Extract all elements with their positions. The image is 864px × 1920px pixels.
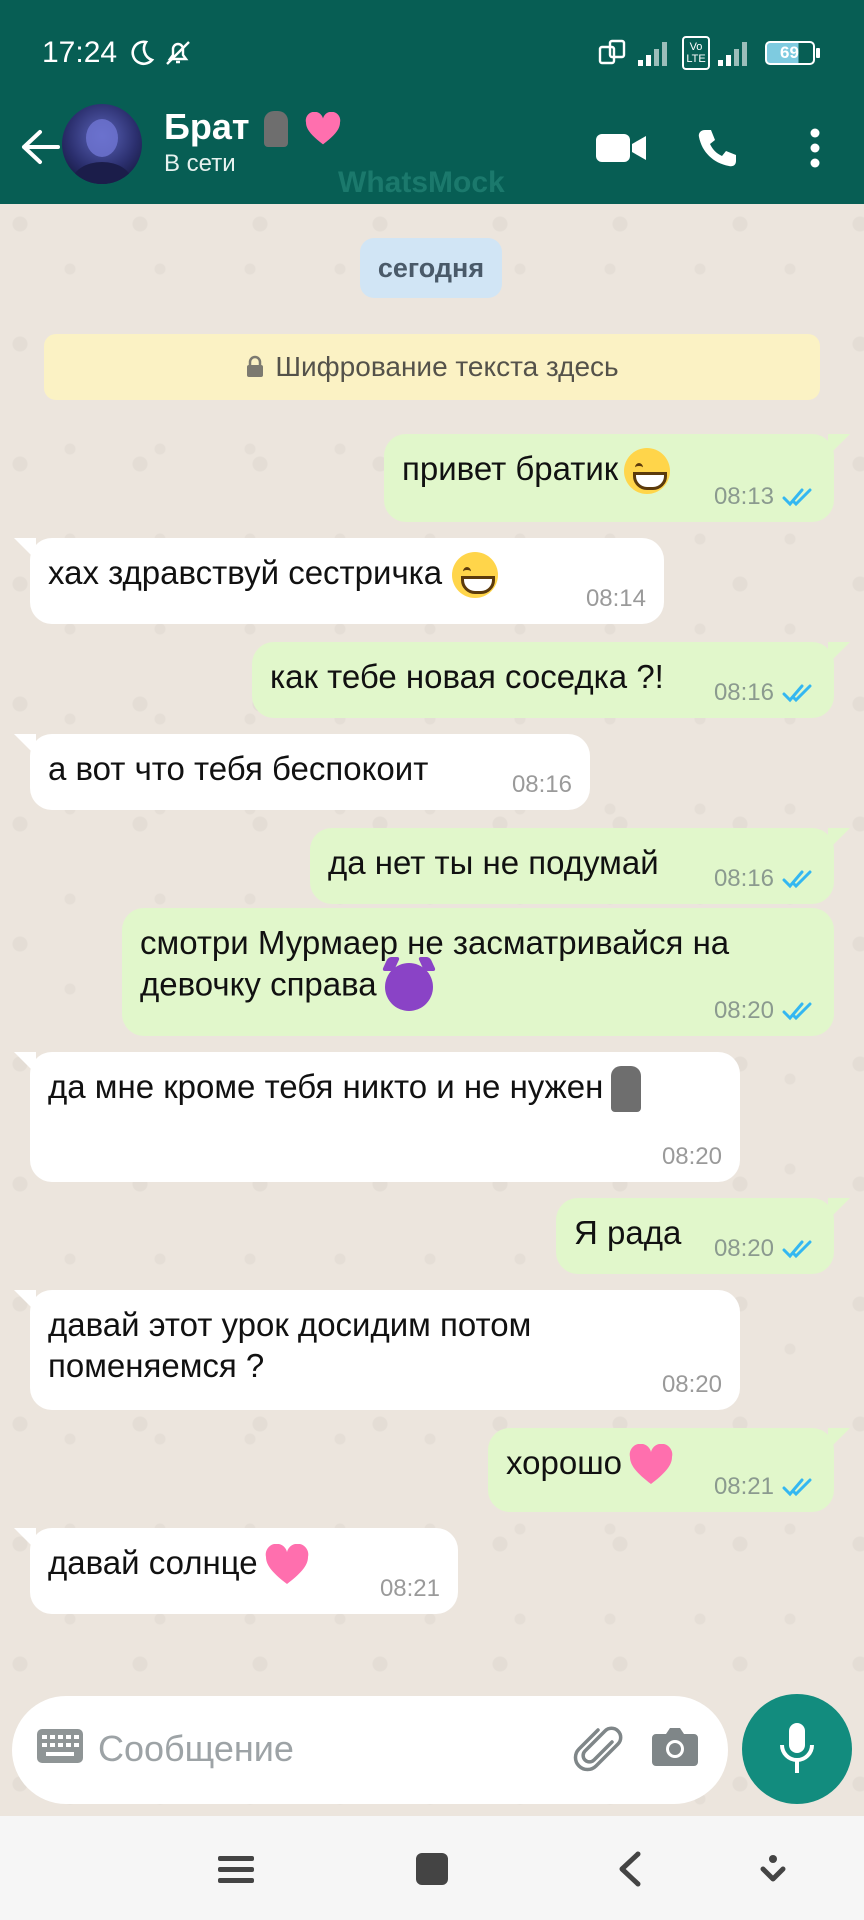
message-meta: 08:14 [586,584,646,614]
message-time: 08:21 [713,1473,774,1500]
message-text-line: поменяемся ? [48,1347,265,1385]
message-meta: 08:20 [662,1142,722,1172]
message-time: 08:20 [661,1371,722,1398]
app-bar: Брат В сети WhatsMock [0,104,864,204]
message-meta: 08:16 [512,770,572,800]
message-time: 08:16 [511,771,572,798]
volte-label: Vo LTE [686,41,706,65]
message-meta: 08:16 [714,678,816,708]
home-nav-icon[interactable] [412,1846,452,1892]
message-text: а вот что тебя беспокоит [48,750,429,787]
battery-tip [815,48,820,58]
message-time: 08:16 [713,679,774,706]
message-bubble-incoming[interactable]: а вот что тебя беспокоит 08:16 [14,734,590,810]
grin-emoji [624,448,671,495]
message-meta: 08:21 [380,1574,440,1604]
status-time: 17:24 [42,36,118,69]
message-text-content: да мне кроме тебя никто и не нужен [48,1068,604,1105]
battery-level: 69 [764,41,815,65]
message-meta: 08:13 [714,482,816,512]
assistant-nav-icon[interactable] [758,1846,788,1892]
heart-emoji [629,1444,673,1485]
date-divider: сегодня [360,238,502,298]
message-time: 08:20 [661,1143,722,1170]
double-check-icon [782,684,812,703]
encryption-text: Шифрование текста здесь [275,351,619,382]
message-text: хах здравствуй сестричка [48,552,646,599]
message-time: 08:20 [713,1235,774,1262]
message-text-content: давай солнце [48,1544,258,1581]
message-meta: 08:21 [714,1472,816,1502]
message-text-content: хах здравствуй сестричка [48,554,443,591]
back-nav-icon[interactable] [614,1846,644,1892]
message-input[interactable]: Сообщение [98,1728,294,1770]
message-text-content: привет братик [402,450,619,487]
heart-emoji [305,112,340,145]
devil-emoji [384,963,433,1012]
double-check-icon [782,1240,812,1259]
system-nav-bar [0,1816,864,1920]
double-check-icon [782,870,812,889]
lock-icon [247,355,264,377]
message-bubble-outgoing[interactable]: смотри Мурмаер не засматривайся на девоч… [122,908,834,1036]
encryption-notice[interactable]: Шифрование текста здесь [44,334,820,400]
contact-name[interactable]: Брат [164,106,342,148]
keyboard-icon[interactable] [36,1728,84,1772]
message-bubble-outgoing[interactable]: Я рада 08:20 [556,1198,850,1274]
message-bubble-incoming[interactable]: хах здравствуй сестричка 08:14 [14,538,664,624]
message-composer[interactable]: Сообщение [12,1696,728,1804]
message-time: 08:20 [713,997,774,1024]
avatar[interactable] [62,104,142,184]
mute-bell-icon [162,36,194,70]
message-time: 08:13 [713,483,774,510]
signal-icon [636,36,674,70]
message-meta: 08:16 [714,864,816,894]
back-arrow-icon[interactable] [18,122,62,172]
screen-mirror-icon [596,36,628,70]
message-text-content: девочку справа [140,965,377,1003]
message-bubble-outgoing[interactable]: привет братик 08:13 [384,434,850,522]
message-time: 08:16 [713,865,774,892]
message-bubble-outgoing[interactable]: да нет ты не подумай 08:16 [310,828,850,904]
message-meta: 08:20 [662,1370,722,1400]
heart-emoji [265,1544,308,1585]
video-call-icon[interactable] [594,118,648,178]
message-text-line: давай этот урок досидим потом [48,1306,532,1343]
voice-message-button[interactable] [742,1694,852,1804]
more-options-icon[interactable] [800,118,830,178]
message-text-line: смотри Мурмаер не засматривайся на [140,924,730,961]
menu-nav-icon[interactable] [216,1846,256,1892]
moai-emoji [611,1066,642,1113]
phone-call-icon[interactable] [694,118,740,178]
message-meta: 08:20 [714,996,816,1026]
moon-icon [126,36,156,70]
attach-paperclip-icon[interactable] [572,1722,628,1778]
status-bar: 17:24 Vo LTE 69 [0,0,864,104]
message-bubble-incoming[interactable]: давай солнце 08:21 [14,1528,458,1614]
top-bar: 17:24 Vo LTE 69 Брат В сети WhatsMock [0,0,864,204]
double-check-icon [782,1002,812,1021]
double-check-icon [782,1478,812,1497]
volte-badge: Vo LTE [682,36,710,70]
message-meta: 08:20 [714,1234,816,1264]
double-check-icon [782,488,812,507]
grin-emoji [452,552,499,599]
microphone-icon [780,1723,814,1773]
message-bubble-incoming[interactable]: да мне кроме тебя никто и не нужен 08:20 [14,1052,740,1182]
message-time: 08:14 [585,585,646,612]
signal-icon-2 [716,36,754,70]
message-time: 08:21 [379,1575,440,1602]
camera-icon[interactable] [650,1724,702,1776]
message-bubble-outgoing[interactable]: как тебе новая соседка ?! 08:16 [252,642,850,718]
moai-emoji [263,111,288,148]
presence-status: В сети [164,150,236,177]
battery-icon: 69 [764,36,820,70]
message-text: да мне кроме тебя никто и не нужен [48,1066,722,1113]
message-bubble-incoming[interactable]: давай этот урок досидим потом поменяемся… [14,1290,740,1410]
watermark: WhatsMock [338,166,505,199]
message-text-content: хорошо [506,1444,623,1481]
message-bubble-outgoing[interactable]: хорошо 08:21 [488,1428,850,1512]
contact-name-text: Брат [164,106,250,147]
